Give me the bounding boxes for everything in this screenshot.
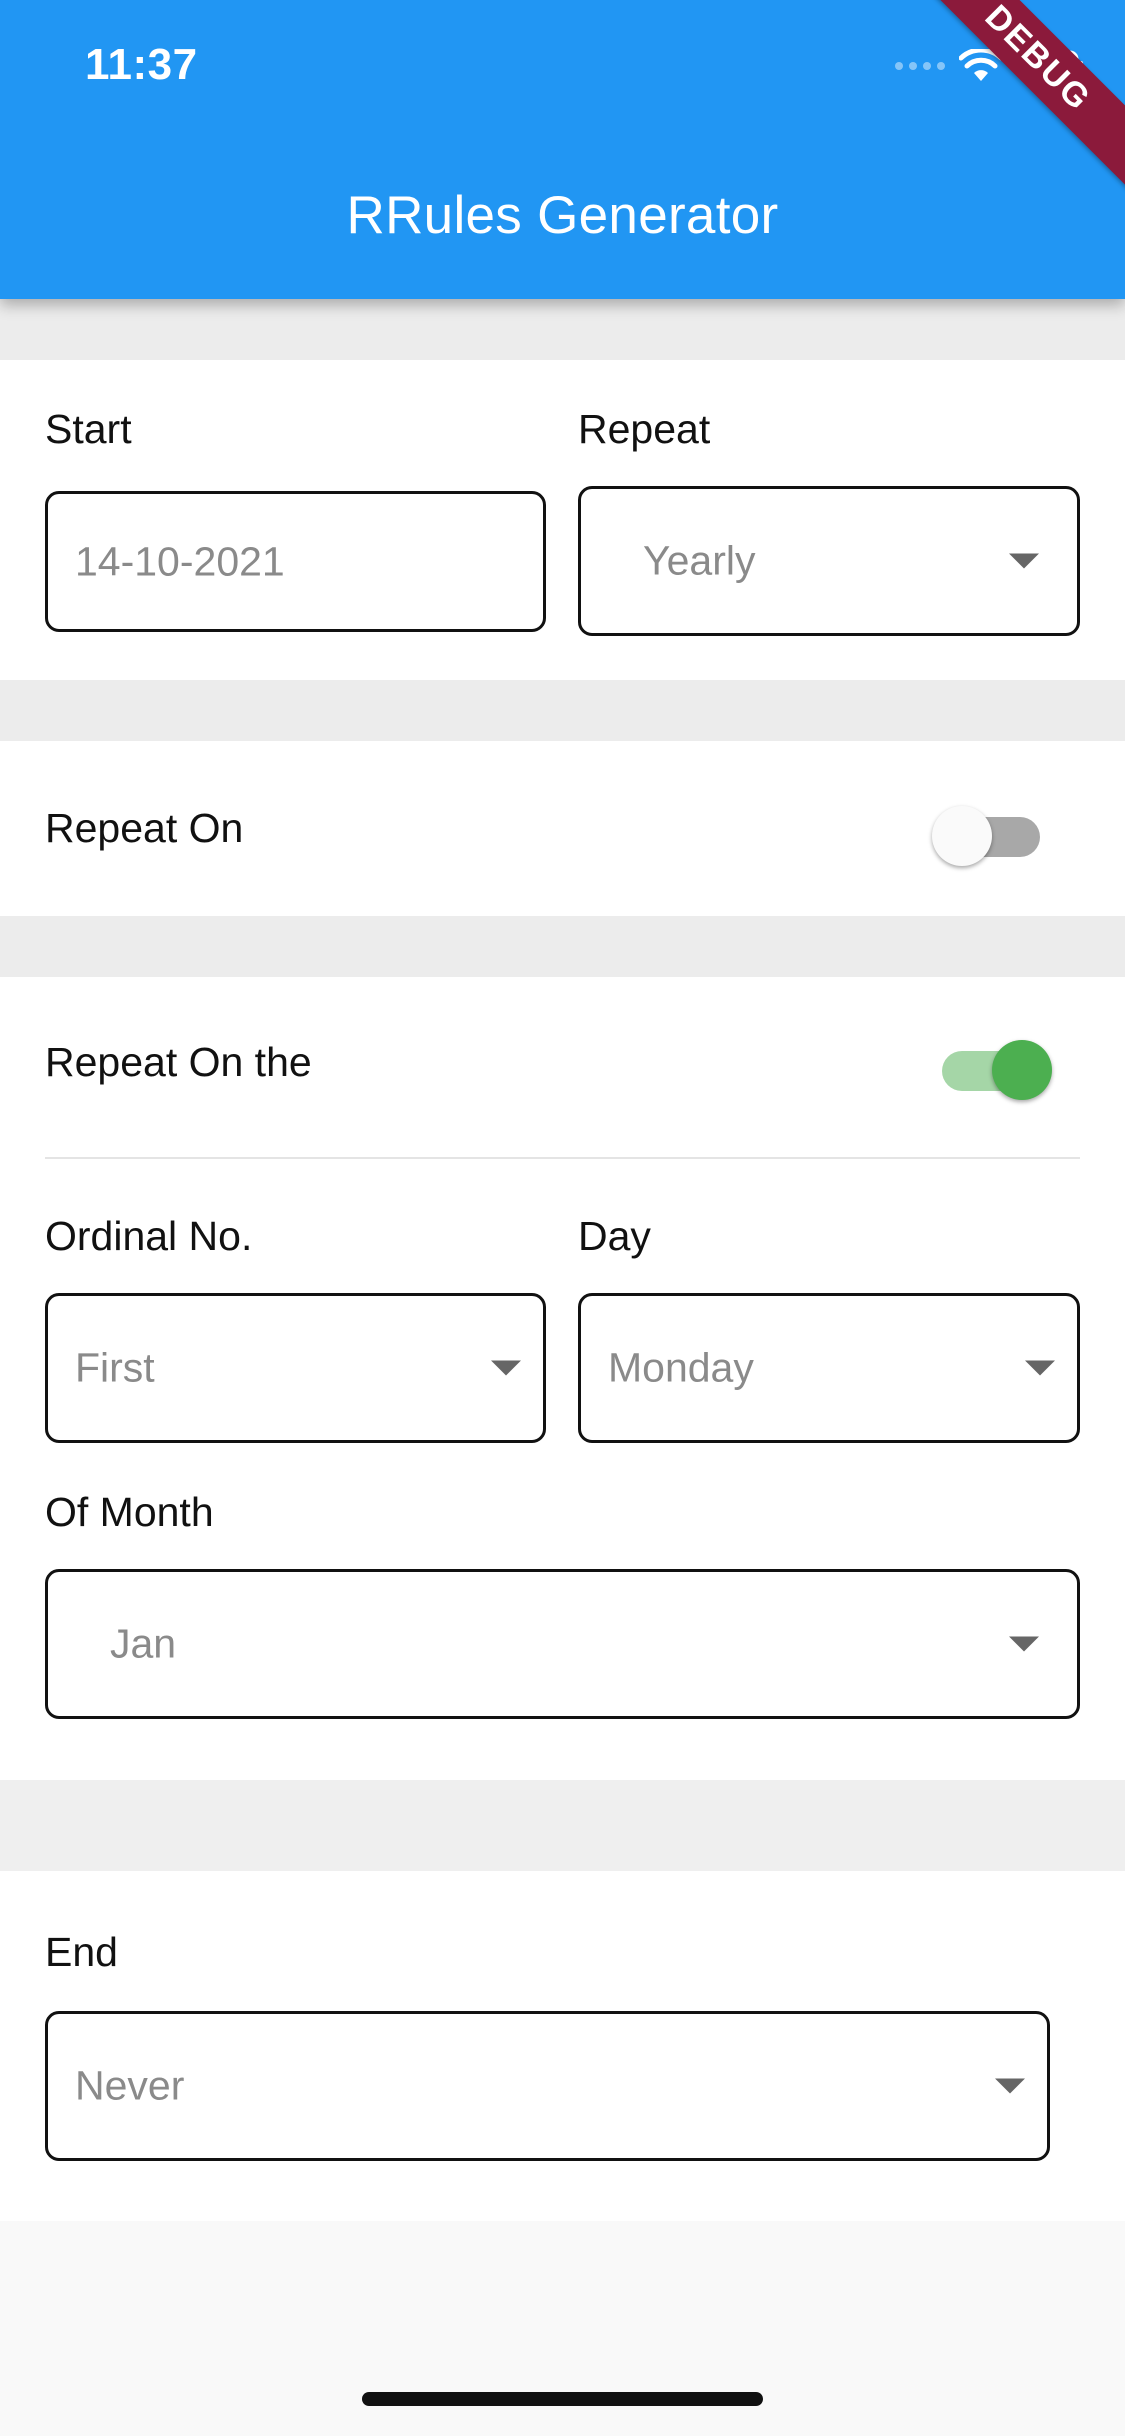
start-date-value: 14-10-2021 (75, 538, 285, 584)
ordinal-value: First (75, 1344, 155, 1391)
day-dropdown[interactable]: Monday (578, 1293, 1080, 1443)
page-title: RRules Generator (346, 186, 779, 245)
end-dropdown[interactable]: Never (45, 2011, 1050, 2161)
repeat-value: Yearly (643, 537, 756, 584)
section-spacer (0, 680, 1125, 741)
day-label: Day (578, 1213, 651, 1259)
month-label: Of Month (45, 1489, 214, 1535)
repeat-dropdown[interactable]: Yearly (578, 486, 1080, 636)
start-date-input[interactable]: 14-10-2021 (45, 491, 546, 632)
repeat-on-toggle[interactable] (932, 799, 1042, 866)
chevron-down-icon (1009, 1636, 1039, 1652)
month-value: Jan (110, 1620, 177, 1667)
day-value: Monday (608, 1344, 754, 1391)
end-card: End Never (0, 1871, 1125, 2221)
repeat-on-the-toggle[interactable] (932, 1033, 1052, 1100)
chevron-down-icon (1009, 553, 1039, 569)
repeat-on-the-card: Repeat On the Ordinal No. Day First Mond… (0, 977, 1125, 1780)
chevron-down-icon (1025, 1360, 1055, 1376)
chevron-down-icon (995, 2078, 1025, 2094)
end-label: End (45, 1929, 118, 1975)
end-value: Never (75, 2062, 185, 2109)
screen: 11:37 RRules Generator DEBUG Start Repea… (0, 0, 1125, 2436)
start-repeat-card: Start Repeat 14-10-2021 Yearly (0, 360, 1125, 680)
switch-thumb (932, 806, 992, 866)
ordinal-dropdown[interactable]: First (45, 1293, 546, 1443)
divider (45, 1157, 1080, 1159)
chevron-down-icon (491, 1360, 521, 1376)
repeat-label: Repeat (578, 406, 711, 452)
switch-thumb (992, 1040, 1052, 1100)
home-indicator[interactable] (362, 2392, 763, 2406)
start-label: Start (45, 406, 132, 452)
section-spacer (0, 916, 1125, 977)
repeat-on-label: Repeat On (45, 805, 244, 851)
repeat-on-card: Repeat On (0, 741, 1125, 916)
repeat-on-the-label: Repeat On the (45, 1039, 312, 1085)
ordinal-label: Ordinal No. (45, 1213, 253, 1259)
month-dropdown[interactable]: Jan (45, 1569, 1080, 1719)
app-bar: 11:37 RRules Generator (0, 0, 1125, 299)
section-spacer (0, 299, 1125, 360)
section-spacer (0, 1780, 1125, 1871)
status-time: 11:37 (85, 40, 198, 89)
cellular-signal-icon (895, 62, 945, 70)
